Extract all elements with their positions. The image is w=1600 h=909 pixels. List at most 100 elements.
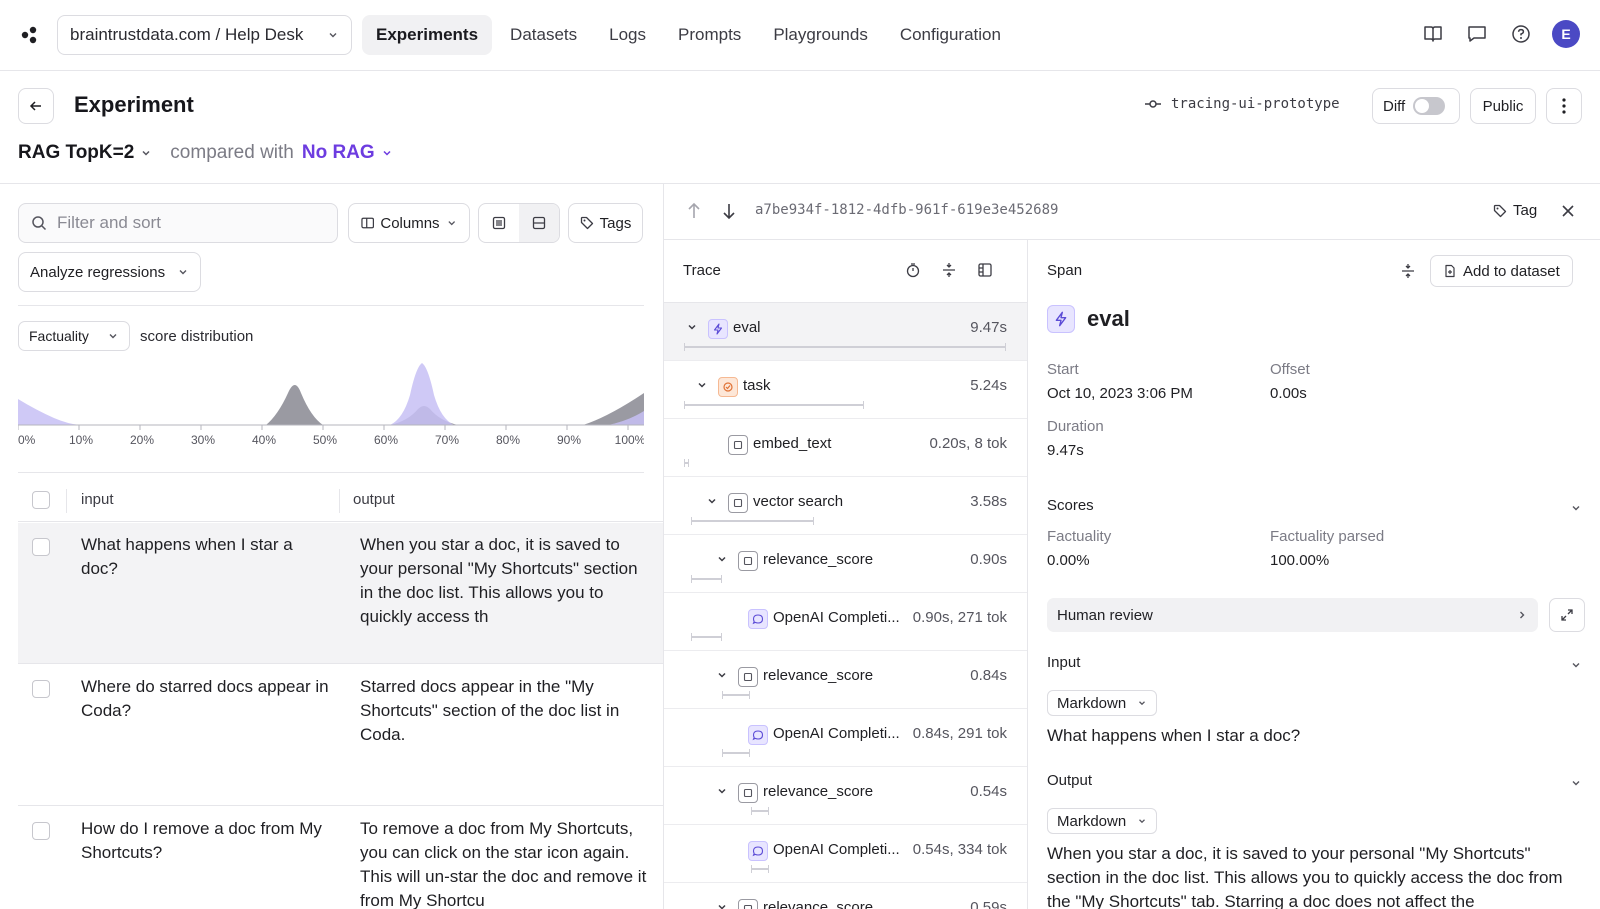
select-all-checkbox[interactable]	[32, 491, 50, 509]
tab-configuration[interactable]: Configuration	[886, 15, 1015, 55]
list-view-icon	[492, 216, 506, 230]
back-button[interactable]	[18, 88, 54, 124]
column-header-output[interactable]: output	[353, 491, 395, 508]
trace-node-relevance-score[interactable]: relevance_score 0.59s	[664, 883, 1027, 909]
experiment-selector[interactable]: RAG TopK=2	[18, 142, 152, 164]
row-density-toggle	[478, 203, 560, 243]
tab-datasets[interactable]: Datasets	[496, 15, 591, 55]
span-icon	[738, 899, 758, 909]
nav-tabs: Experiments Datasets Logs Prompts Playgr…	[362, 15, 1019, 55]
timeline-bar	[684, 401, 864, 409]
file-plus-icon	[1445, 264, 1455, 278]
trace-node-openai-completion[interactable]: OpenAI Completi... 0.84s, 291 tok	[664, 709, 1027, 767]
column-separator[interactable]	[339, 489, 340, 513]
chevron-down-icon	[383, 150, 391, 156]
collapse-icon[interactable]	[941, 262, 957, 278]
braintrust-logo-icon[interactable]	[20, 25, 40, 45]
tags-button[interactable]: Tags	[568, 203, 643, 243]
trace-divider[interactable]	[1027, 239, 1028, 909]
list-view-button[interactable]	[479, 204, 519, 242]
detail-divider	[664, 239, 1600, 240]
tag-button[interactable]: Tag	[1493, 202, 1537, 219]
previous-row-button[interactable]	[686, 202, 702, 220]
column-header-input[interactable]: input	[81, 491, 114, 508]
trace-node-embed-text[interactable]: embed_text 0.20s, 8 tok	[664, 419, 1027, 477]
chevron-down-icon[interactable]	[1570, 777, 1582, 789]
feedback-chat-icon[interactable]	[1464, 20, 1490, 48]
trace-node-relevance-score[interactable]: relevance_score 0.54s	[664, 767, 1027, 825]
comparison-bar: RAG TopK=2 compared with No RAG	[18, 142, 393, 164]
trace-node-task[interactable]: task 5.24s	[664, 361, 1027, 419]
avatar[interactable]: E	[1552, 20, 1580, 48]
next-row-button[interactable]	[721, 202, 737, 220]
score-selector[interactable]: Factuality	[18, 321, 130, 351]
span-header: Span	[1047, 262, 1083, 279]
trace-node-relevance-score[interactable]: relevance_score 0.90s	[664, 535, 1027, 593]
trace-node-duration: 0.20s, 8 tok	[929, 435, 1007, 452]
trace-node-name: relevance_score	[763, 551, 874, 568]
tab-experiments[interactable]: Experiments	[362, 15, 493, 55]
chevron-down-icon[interactable]	[716, 553, 728, 565]
compare-experiment-selector[interactable]: No RAG	[302, 142, 393, 164]
help-icon[interactable]	[1508, 20, 1534, 48]
row-checkbox[interactable]	[32, 538, 50, 556]
input-section-header[interactable]: Input	[1047, 654, 1080, 671]
chat-bubble-icon	[748, 725, 768, 745]
chevron-down-icon	[142, 150, 150, 156]
filter-input[interactable]: Filter and sort	[18, 203, 338, 243]
timeline-bar	[684, 343, 1006, 351]
scores-section-header[interactable]: Scores	[1047, 497, 1094, 514]
trace-node-duration: 0.54s, 334 tok	[912, 841, 1007, 858]
close-button[interactable]	[1560, 203, 1576, 219]
tab-prompts[interactable]: Prompts	[664, 15, 755, 55]
chevron-down-icon[interactable]	[696, 379, 708, 391]
compact-view-button[interactable]	[519, 204, 559, 242]
human-review-button[interactable]: Human review	[1047, 598, 1538, 632]
toggle-switch[interactable]	[1413, 97, 1446, 115]
trace-node-duration: 3.58s	[970, 493, 1007, 510]
trace-node-vector-search[interactable]: vector search 3.58s	[664, 477, 1027, 535]
x-tick-label: 50%	[313, 433, 337, 447]
current-dist-peak-45	[266, 385, 323, 425]
trace-node-relevance-score[interactable]: relevance_score 0.84s	[664, 651, 1027, 709]
offset-label: Offset	[1270, 361, 1310, 378]
chevron-down-icon[interactable]	[706, 495, 718, 507]
public-button[interactable]: Public	[1470, 88, 1536, 124]
docs-book-icon[interactable]	[1420, 20, 1446, 48]
add-to-dataset-button[interactable]: Add to dataset	[1430, 255, 1573, 287]
chevron-down-icon[interactable]	[1570, 502, 1582, 514]
trace-node-openai-completion[interactable]: OpenAI Completi... 0.90s, 271 tok	[664, 593, 1027, 651]
chevron-down-icon[interactable]	[1570, 659, 1582, 671]
timer-icon[interactable]	[905, 262, 921, 278]
columns-button[interactable]: Columns	[348, 203, 470, 243]
chevron-down-icon[interactable]	[686, 321, 698, 333]
layout-icon[interactable]	[977, 262, 993, 278]
tab-logs[interactable]: Logs	[595, 15, 660, 55]
diff-toggle[interactable]: Diff	[1372, 88, 1460, 124]
more-options-button[interactable]	[1546, 88, 1582, 124]
chevron-down-icon[interactable]	[716, 901, 728, 909]
table-row[interactable]: What happens when I star a doc? When you…	[18, 523, 663, 664]
chevron-down-icon[interactable]	[716, 669, 728, 681]
output-format-select[interactable]: Markdown	[1047, 808, 1157, 834]
table-row[interactable]: How do I remove a doc from My Shortcuts?…	[18, 807, 663, 909]
chevron-down-icon[interactable]	[716, 785, 728, 797]
tab-playgrounds[interactable]: Playgrounds	[759, 15, 882, 55]
column-separator[interactable]	[66, 489, 67, 513]
trace-node-openai-completion[interactable]: OpenAI Completi... 0.54s, 334 tok	[664, 825, 1027, 883]
row-checkbox[interactable]	[32, 680, 50, 698]
collapse-icon[interactable]	[1400, 263, 1416, 279]
trace-node-eval[interactable]: eval 9.47s	[664, 303, 1027, 361]
expand-button[interactable]	[1549, 598, 1585, 632]
output-section-header[interactable]: Output	[1047, 772, 1092, 789]
score-label: Factuality parsed	[1270, 528, 1385, 545]
trace-node-duration: 0.90s, 271 tok	[912, 609, 1007, 626]
row-checkbox[interactable]	[32, 822, 50, 840]
analyze-regressions-button[interactable]: Analyze regressions	[18, 252, 201, 292]
project-selector[interactable]: braintrustdata.com / Help Desk	[57, 15, 352, 55]
trace-node-duration: 0.59s	[970, 899, 1007, 909]
chevron-down-icon	[179, 270, 187, 275]
input-format-select[interactable]: Markdown	[1047, 690, 1157, 716]
chevron-down-icon	[447, 221, 455, 226]
table-row[interactable]: Where do starred docs appear in Coda? St…	[18, 665, 663, 806]
